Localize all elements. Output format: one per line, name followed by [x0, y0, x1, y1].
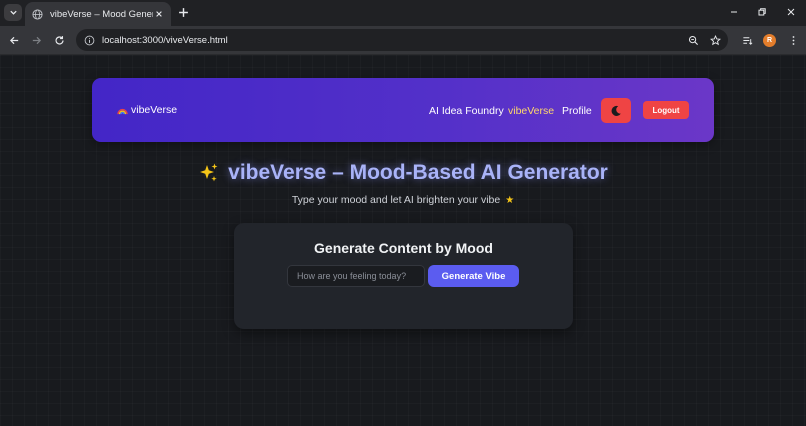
- back-button[interactable]: [6, 32, 23, 49]
- restore-icon: [758, 8, 766, 16]
- nav-link-profile[interactable]: Profile: [562, 105, 592, 117]
- close-icon: [787, 8, 795, 16]
- site-info-icon[interactable]: [82, 33, 96, 47]
- minimize-button[interactable]: [723, 3, 745, 21]
- page-subtitle: Type your mood and let AI brighten your …: [0, 194, 806, 206]
- plus-icon: [179, 8, 188, 17]
- moon-icon: [611, 105, 621, 116]
- bookmark-star-icon[interactable]: [706, 31, 724, 49]
- browser-toolbar: localhost:3000/viveVerse.html R: [0, 26, 806, 55]
- reload-button[interactable]: [51, 32, 68, 49]
- restore-button[interactable]: [751, 3, 773, 21]
- mood-input[interactable]: [287, 265, 425, 287]
- page-title: vibeVerse – Mood-Based AI Generator: [0, 161, 806, 185]
- page-viewport: vibeVerse AI Idea Foundry vibeVerse Prof…: [0, 55, 806, 426]
- nav-link-vibeverse[interactable]: vibeVerse: [508, 105, 554, 117]
- star-icon: ★: [505, 194, 515, 206]
- page-title-text: vibeVerse – Mood-Based AI Generator: [228, 161, 608, 184]
- brand-logo[interactable]: vibeVerse: [117, 104, 177, 116]
- page-subtitle-text: Type your mood and let AI brighten your …: [291, 194, 501, 206]
- globe-icon: [31, 8, 44, 21]
- zoom-icon[interactable]: [684, 31, 702, 49]
- reading-list-button[interactable]: [739, 32, 756, 49]
- theme-toggle-button[interactable]: [601, 98, 631, 123]
- browser-tab-active[interactable]: vibeVerse – Mood Generator: [25, 2, 171, 26]
- browser-menu-button[interactable]: [785, 32, 802, 49]
- site-navbar: vibeVerse AI Idea Foundry vibeVerse Prof…: [92, 78, 714, 142]
- browser-tabstrip: vibeVerse – Mood Generator: [0, 0, 806, 26]
- rainbow-icon: [117, 105, 128, 116]
- tab-search-button[interactable]: [4, 4, 22, 21]
- arrow-left-icon: [9, 36, 19, 45]
- minimize-icon: [731, 11, 737, 13]
- generator-card: Generate Content by Mood Generate Vibe: [234, 223, 573, 329]
- brand-name: vibeVerse: [131, 104, 178, 116]
- card-title: Generate Content by Mood: [314, 240, 493, 256]
- address-url: localhost:3000/viveVerse.html: [102, 34, 228, 46]
- more-vert-icon: [792, 36, 795, 45]
- tab-title: vibeVerse – Mood Generator: [50, 8, 153, 20]
- address-bar[interactable]: localhost:3000/viveVerse.html: [76, 29, 728, 51]
- profile-avatar[interactable]: R: [763, 34, 776, 47]
- chevron-down-icon: [9, 10, 17, 15]
- logout-button[interactable]: Logout: [643, 101, 689, 119]
- window-close-button[interactable]: [780, 3, 802, 21]
- generate-vibe-button[interactable]: Generate Vibe: [428, 265, 519, 287]
- new-tab-button[interactable]: [176, 5, 191, 20]
- forward-button[interactable]: [28, 32, 45, 49]
- arrow-right-icon: [32, 36, 42, 45]
- nav-link-ai-idea-foundry[interactable]: AI Idea Foundry: [429, 105, 504, 117]
- sparkles-icon: [198, 162, 220, 184]
- media-queue-icon: [743, 37, 753, 45]
- close-icon[interactable]: [153, 8, 165, 20]
- reload-icon: [55, 36, 64, 45]
